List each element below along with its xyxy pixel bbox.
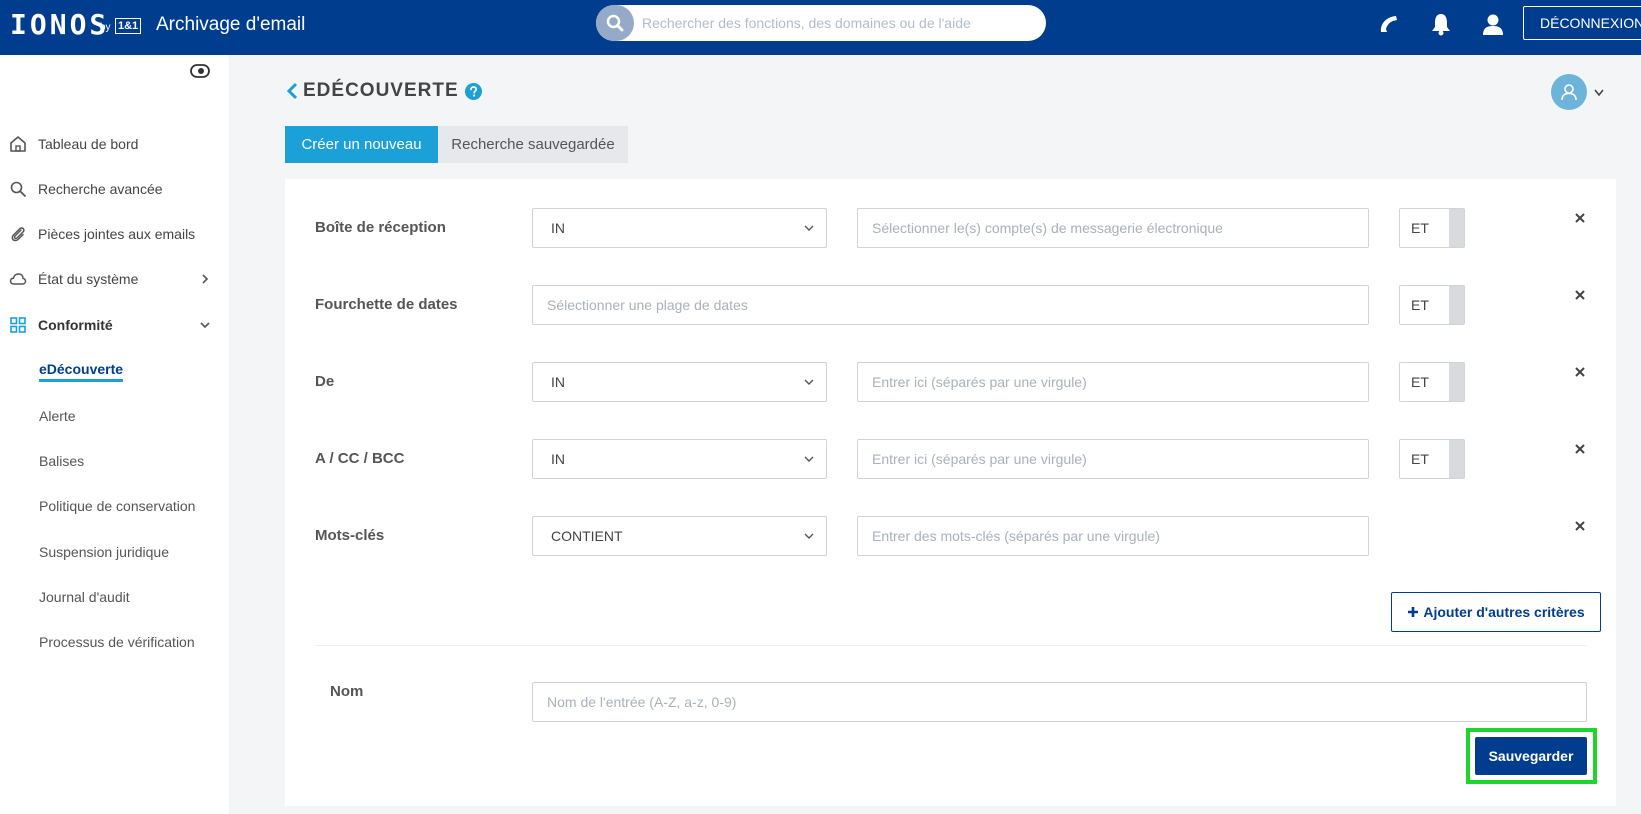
sidebar-item-system-status[interactable]: État du système: [0, 264, 229, 294]
cloud-icon: [9, 273, 27, 285]
name-label: Nom: [330, 683, 364, 700]
divider: [315, 645, 1587, 646]
chevron-right-icon: [202, 274, 209, 284]
add-criteria-label: Ajouter d'autres critères: [1423, 604, 1585, 620]
close-icon[interactable]: [1573, 288, 1587, 302]
page-header: EDÉCOUVERTE: [285, 79, 482, 103]
help-icon[interactable]: [464, 82, 482, 100]
criteria-label-recipients: A / CC / BCC: [315, 450, 405, 467]
close-icon[interactable]: [1573, 365, 1587, 379]
sidebar-subitem-legal-hold[interactable]: Suspension juridique: [39, 541, 169, 563]
conjunction-label: ET: [1411, 451, 1429, 467]
search-icon: [10, 181, 26, 197]
tab-create-new[interactable]: Créer un nouveau: [285, 126, 438, 163]
toggle-knob: [1449, 209, 1464, 247]
toggle-knob: [1449, 440, 1464, 478]
sidebar-item-dashboard[interactable]: Tableau de bord: [0, 129, 229, 159]
app-title: Archivage d'email: [156, 14, 306, 35]
close-icon[interactable]: [1573, 211, 1587, 225]
sidebar-item-label: Recherche avancée: [38, 181, 163, 197]
conjunction-toggle[interactable]: ET: [1399, 362, 1465, 402]
sidebar-subitem-audit-log[interactable]: Journal d'audit: [39, 586, 130, 608]
search-input[interactable]: [642, 5, 1032, 41]
entry-name-input[interactable]: [532, 682, 1587, 722]
sidebar: Tableau de bord Recherche avancée Pièces…: [0, 55, 229, 814]
recipients-operator-select[interactable]: IN: [532, 439, 827, 479]
sidebar-toggle-icon[interactable]: [190, 64, 210, 78]
conjunction-label: ET: [1411, 297, 1429, 313]
user-icon: [1561, 84, 1577, 101]
criteria-label-keywords: Mots-clés: [315, 527, 385, 544]
sidebar-item-label: État du système: [38, 271, 139, 287]
logout-button[interactable]: DÉCONNEXION: [1523, 6, 1641, 40]
back-chevron-icon[interactable]: [285, 82, 299, 100]
close-icon[interactable]: [1573, 519, 1587, 533]
recipients-input[interactable]: [857, 439, 1369, 479]
sidebar-item-label: Conformité: [38, 317, 113, 333]
avatar[interactable]: [1551, 74, 1587, 110]
search-button[interactable]: [596, 5, 634, 41]
toggle-knob: [1449, 286, 1464, 324]
chevron-down-icon: [200, 322, 210, 329]
search-icon: [606, 14, 624, 32]
partner-logo: 1&1: [115, 18, 142, 34]
sidebar-item-label: Pièces jointes aux emails: [38, 226, 196, 242]
tab-saved-search[interactable]: Recherche sauvegardée: [438, 126, 628, 163]
chevron-down-icon: [804, 533, 814, 539]
conjunction-label: ET: [1411, 220, 1429, 236]
user-icon[interactable]: [1480, 11, 1506, 37]
sidebar-subitem-tags[interactable]: Balises: [39, 450, 84, 472]
criteria-label-inbox: Boîte de réception: [315, 219, 446, 236]
select-value: CONTIENT: [551, 528, 623, 544]
date-range-input[interactable]: [532, 285, 1369, 325]
inbox-accounts-input[interactable]: [857, 208, 1369, 248]
paperclip-icon: [11, 227, 25, 242]
conjunction-toggle[interactable]: ET: [1399, 285, 1465, 325]
global-search: [596, 5, 1046, 41]
sidebar-subitem-ediscovery[interactable]: eDécouverte: [39, 360, 124, 382]
bell-icon[interactable]: [1428, 11, 1454, 37]
chevron-down-icon: [804, 225, 814, 231]
keywords-operator-select[interactable]: CONTIENT: [532, 516, 827, 556]
sidebar-item-attachments[interactable]: Pièces jointes aux emails: [0, 219, 229, 249]
chevron-down-icon: [804, 379, 814, 385]
sidebar-item-advanced-search[interactable]: Recherche avancée: [0, 174, 229, 204]
close-icon[interactable]: [1573, 442, 1587, 456]
select-value: IN: [551, 451, 565, 467]
sidebar-subitem-alert[interactable]: Alerte: [39, 405, 76, 427]
conjunction-label: ET: [1411, 374, 1429, 390]
ionos-logo[interactable]: IONOS: [10, 8, 109, 41]
criteria-label-from: De: [315, 373, 335, 390]
phone-icon[interactable]: [1375, 11, 1401, 37]
chevron-down-icon[interactable]: [1593, 88, 1605, 98]
top-bar: IONOS by 1&1 Archivage d'email DÉCONNEXI…: [0, 0, 1641, 55]
from-input[interactable]: [857, 362, 1369, 402]
add-criteria-button[interactable]: Ajouter d'autres critères: [1391, 592, 1601, 632]
toggle-knob: [1449, 363, 1464, 401]
grid-icon: [10, 317, 26, 333]
inbox-operator-select[interactable]: IN: [532, 208, 827, 248]
plus-icon: [1408, 607, 1419, 617]
page-title: EDÉCOUVERTE: [303, 80, 459, 101]
criteria-label-date-range: Fourchette de dates: [315, 296, 458, 313]
conjunction-toggle[interactable]: ET: [1399, 208, 1465, 248]
save-button[interactable]: Sauvegarder: [1475, 737, 1587, 775]
chevron-down-icon: [804, 456, 814, 462]
sidebar-item-label: Tableau de bord: [38, 136, 139, 152]
sidebar-item-compliance[interactable]: Conformité: [0, 310, 229, 340]
logo-by-text: by: [100, 22, 111, 33]
keywords-input[interactable]: [857, 516, 1369, 556]
conjunction-toggle[interactable]: ET: [1399, 439, 1465, 479]
select-value: IN: [551, 220, 565, 236]
sidebar-subitem-verification-process[interactable]: Processus de vérification: [39, 631, 195, 653]
from-operator-select[interactable]: IN: [532, 362, 827, 402]
select-value: IN: [551, 374, 565, 390]
home-icon: [10, 136, 26, 152]
sidebar-subitem-retention-policy[interactable]: Politique de conservation: [39, 495, 195, 517]
